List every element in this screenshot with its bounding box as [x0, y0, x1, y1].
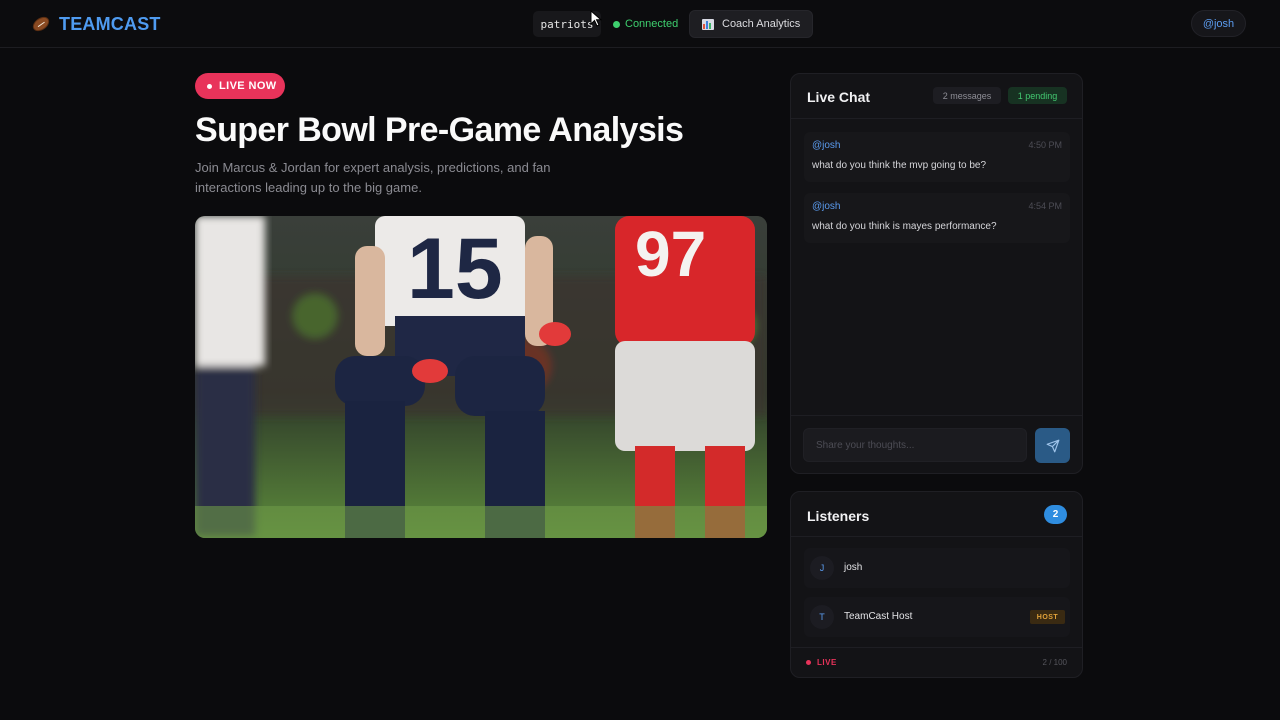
live-dot-icon — [207, 83, 212, 89]
user-menu-button[interactable]: @josh — [1191, 10, 1246, 37]
chat-title: Live Chat — [807, 89, 871, 105]
listeners-title: Listeners — [807, 508, 870, 524]
message-text: what do you think the mvp going to be? — [812, 160, 987, 171]
svg-text:15: 15 — [407, 221, 503, 317]
message-text: what do you think is mayes performance? — [812, 221, 997, 232]
top-bar: TEAMCAST patriots Connected Coach Analyt… — [0, 0, 1280, 48]
chat-message: @josh 4:50 PM what do you think the mvp … — [804, 132, 1070, 182]
divider — [791, 536, 1082, 537]
stream-description: Join Marcus & Jordan for expert analysis… — [195, 160, 551, 195]
live-now-badge: LIVE NOW — [195, 73, 285, 99]
listener-item[interactable]: J josh — [804, 548, 1070, 588]
mouse-cursor-icon — [590, 10, 602, 27]
send-button[interactable] — [1035, 428, 1070, 463]
hero-image: 15 97 — [195, 216, 767, 538]
brand[interactable]: TEAMCAST — [30, 12, 161, 36]
live-indicator: LIVE — [806, 658, 837, 667]
pending-badge: 1 pending — [1008, 87, 1067, 104]
coach-analytics-button[interactable]: Coach Analytics — [689, 10, 813, 38]
host-badge: HOST — [1030, 610, 1065, 624]
message-user[interactable]: @josh — [812, 201, 841, 212]
stream-title: Super Bowl Pre-Game Analysis — [195, 111, 684, 149]
chat-message: @josh 4:54 PM what do you think is mayes… — [804, 193, 1070, 243]
message-user[interactable]: @josh — [812, 140, 841, 151]
send-icon — [1046, 439, 1059, 452]
svg-text:97: 97 — [635, 218, 706, 290]
football-players-photo: 15 97 — [195, 216, 767, 538]
bar-chart-icon — [702, 18, 714, 30]
avatar: J — [810, 556, 834, 580]
message-count-badge: 2 messages — [933, 87, 1001, 104]
connection-status: Connected — [613, 15, 678, 33]
message-time: 4:54 PM — [1028, 201, 1062, 211]
status-dot-icon — [613, 20, 620, 28]
live-chat-panel: Live Chat @josh 4:50 PM what do you thin… — [790, 73, 1083, 474]
listener-name: josh — [844, 562, 863, 573]
live-now-label: LIVE NOW — [219, 80, 277, 92]
chat-composer — [791, 415, 1082, 473]
divider — [791, 647, 1082, 648]
chat-input[interactable] — [803, 428, 1027, 462]
listener-item[interactable]: T TeamCast Host HOST — [804, 597, 1070, 637]
listener-count-badge: 2 — [1044, 505, 1067, 524]
football-icon — [30, 13, 52, 35]
connection-label: Connected — [625, 18, 679, 30]
brand-name: TEAMCAST — [59, 13, 161, 34]
avatar: T — [810, 605, 834, 629]
divider — [791, 118, 1082, 119]
coach-analytics-label: Coach Analytics — [722, 18, 801, 30]
listener-name: TeamCast Host — [844, 611, 913, 622]
listeners-panel: Listeners 2 J josh T TeamCast Host HOST … — [790, 491, 1083, 678]
live-label: LIVE — [817, 658, 837, 667]
listener-capacity: 2 / 100 — [1042, 658, 1067, 667]
message-time: 4:50 PM — [1028, 140, 1062, 150]
live-dot-icon — [806, 660, 811, 665]
